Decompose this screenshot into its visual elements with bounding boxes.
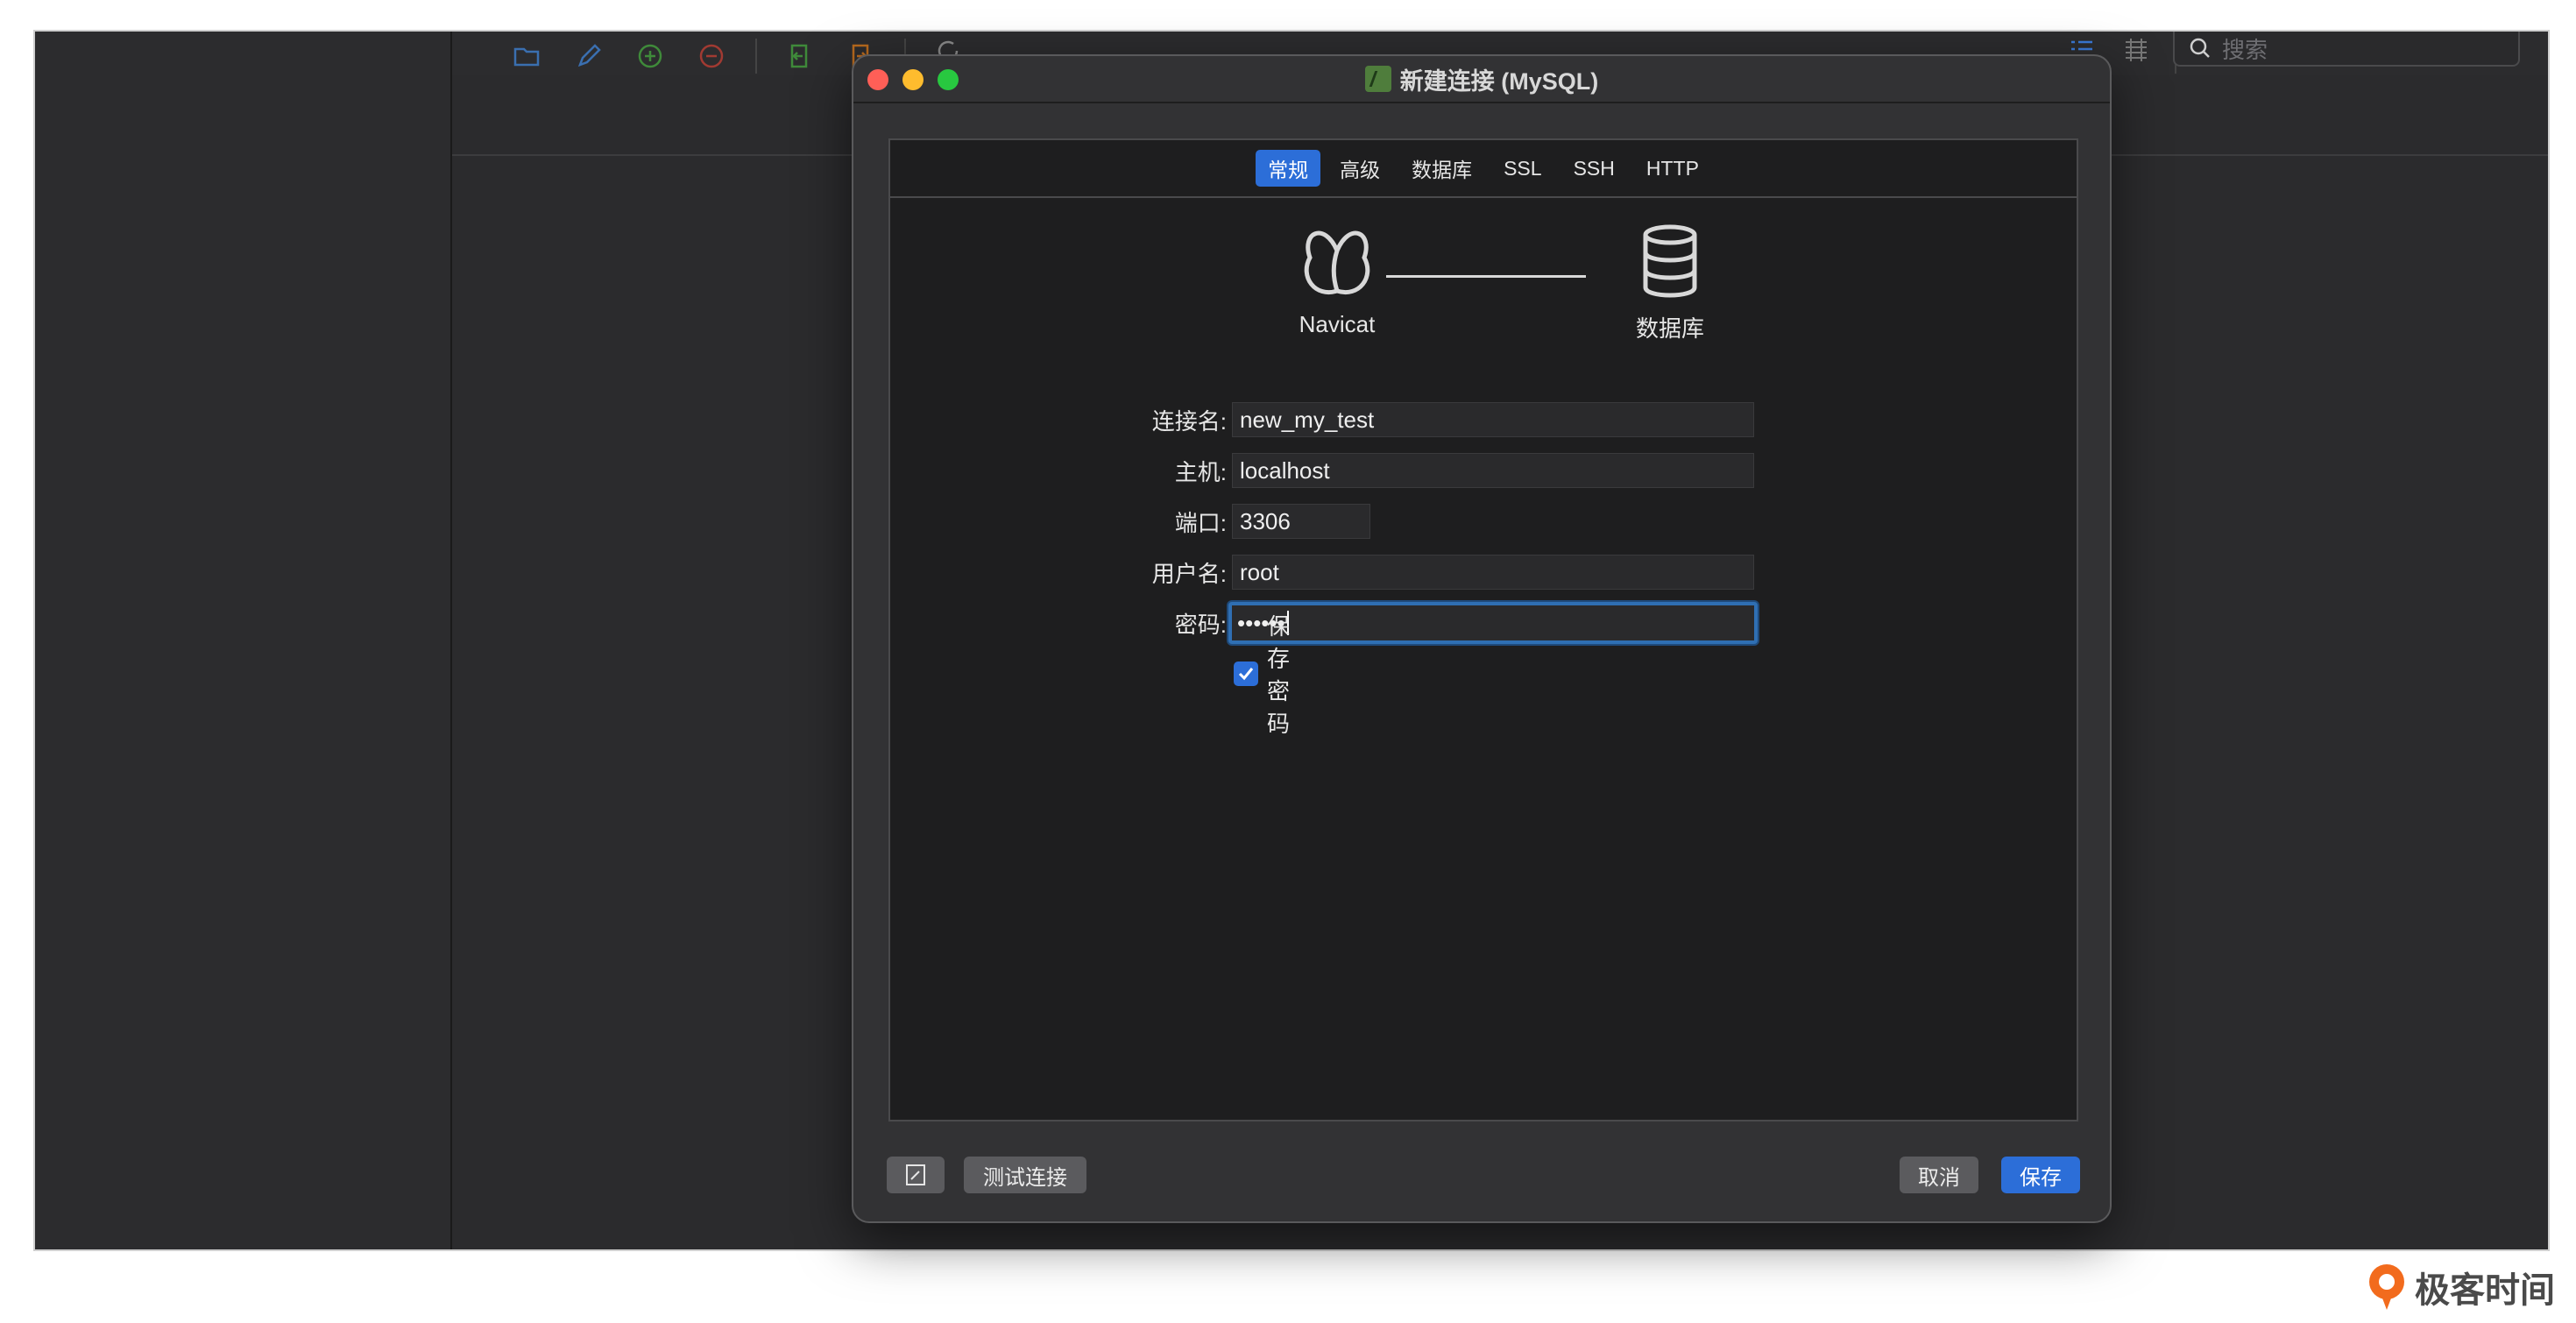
connection-line <box>1386 275 1586 278</box>
test-connection-button[interactable]: 测试连接 <box>964 1157 1086 1193</box>
tab-ssl[interactable]: SSL <box>1491 150 1553 187</box>
connection-name-field[interactable]: new_my_test <box>1232 402 1754 437</box>
settings-panel: 常规 高级 数据库 SSL SSH HTTP Navicat 数据库 连接名: … <box>888 138 2078 1121</box>
add-circle-icon[interactable] <box>634 40 666 72</box>
navicat-label: Navicat <box>1299 311 1376 337</box>
save-password-checkbox[interactable] <box>1234 662 1258 686</box>
connection-notes-button[interactable] <box>887 1157 945 1193</box>
cancel-button[interactable]: 取消 <box>1900 1157 1978 1193</box>
brand-logo-icon <box>2369 1264 2404 1310</box>
note-edit-icon <box>906 1164 925 1185</box>
user-label: 用户名: <box>1151 560 1227 587</box>
toolbar-separator <box>755 39 757 74</box>
tab-databases[interactable]: 数据库 <box>1399 150 1484 187</box>
navicat-logo-icon <box>1304 230 1370 294</box>
tab-http[interactable]: HTTP <box>1634 150 1711 187</box>
dialog-title: 新建连接 (MySQL) <box>1399 67 1599 95</box>
tab-bar: 常规 高级 数据库 SSL SSH HTTP <box>890 140 2077 198</box>
app-sidebar <box>35 32 452 1249</box>
port-label: 端口: <box>1174 509 1227 536</box>
database-label: 数据库 <box>1635 315 1704 342</box>
connection-name-label: 连接名: <box>1151 407 1227 435</box>
pencil-icon[interactable] <box>573 40 605 72</box>
connection-diagram: Navicat 数据库 <box>890 224 2077 356</box>
database-node: 数据库 <box>1591 224 1749 343</box>
brand-text: 极客时间 <box>2415 1271 2555 1310</box>
user-field[interactable]: root <box>1232 555 1754 590</box>
host-label: 主机: <box>1174 458 1227 485</box>
save-password-label: 保存密码 <box>1267 613 1291 737</box>
tab-general[interactable]: 常规 <box>1256 150 1321 187</box>
search-icon <box>2190 38 2210 58</box>
maximize-button[interactable] <box>938 69 959 90</box>
close-button[interactable] <box>867 69 888 90</box>
mysql-icon <box>1364 66 1391 92</box>
search-placeholder: 搜索 <box>2222 36 2268 63</box>
navicat-node: Navicat <box>1258 224 1416 338</box>
database-icon <box>1643 224 1697 298</box>
search-input[interactable]: 搜索 <box>2173 32 2520 67</box>
remove-circle-icon[interactable] <box>696 40 727 72</box>
password-label: 密码: <box>1174 611 1227 638</box>
save-button[interactable]: 保存 <box>2001 1157 2080 1193</box>
folder-open-icon[interactable] <box>512 40 543 72</box>
dialog-titlebar: 新建连接 (MySQL) <box>853 56 2110 103</box>
grid-view-icon[interactable] <box>2120 35 2152 67</box>
minimize-button[interactable] <box>902 69 924 90</box>
password-field[interactable]: •••••• <box>1228 602 1758 644</box>
brand-watermark: 极客时间 <box>2366 1262 2555 1312</box>
checkmark-icon <box>1238 668 1254 681</box>
import-icon[interactable] <box>783 40 815 72</box>
tab-advanced[interactable]: 高级 <box>1327 150 1392 187</box>
new-connection-dialog: 新建连接 (MySQL) 常规 高级 数据库 SSL SSH HTTP Navi… <box>852 54 2112 1223</box>
tab-ssh[interactable]: SSH <box>1561 150 1627 187</box>
port-field[interactable]: 3306 <box>1232 504 1370 539</box>
host-field[interactable]: localhost <box>1232 453 1754 488</box>
